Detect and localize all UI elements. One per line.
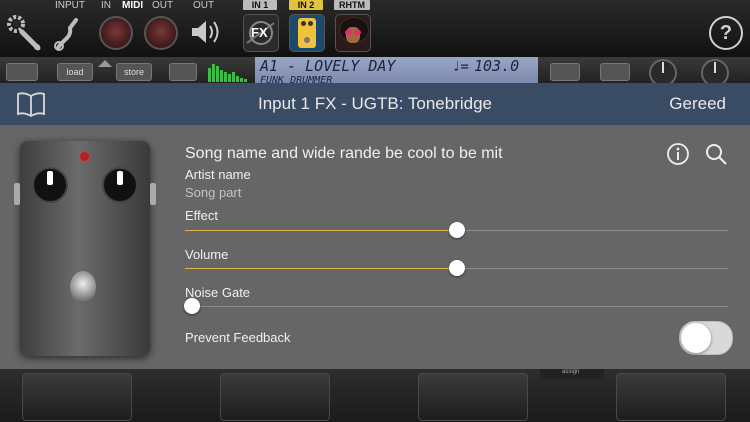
rhythm-tag: RHTM xyxy=(334,0,370,10)
load-button[interactable]: load xyxy=(57,63,93,81)
level-meter-icon xyxy=(208,60,250,82)
in2-tag: IN 2 xyxy=(289,0,323,10)
effect-slider-fill xyxy=(185,230,456,231)
store-button[interactable]: store xyxy=(116,63,152,81)
tempo-value: 103.0 xyxy=(474,57,520,75)
volume-slider-thumb[interactable] xyxy=(449,260,465,276)
panel-title: Input 1 FX - UGTB: Tonebridge xyxy=(257,94,493,113)
toggle-knob xyxy=(681,323,711,353)
strip-left-button[interactable] xyxy=(6,63,38,81)
prevent-feedback-toggle[interactable] xyxy=(679,321,733,355)
midi-in-label: IN xyxy=(101,0,111,11)
song-name: Song name and wide rande be cool to be m… xyxy=(185,145,503,162)
knob-1-icon[interactable] xyxy=(648,58,678,87)
guitar-cable-icon[interactable] xyxy=(52,14,84,52)
strip-mid-button[interactable] xyxy=(169,63,197,81)
fx-text: FX xyxy=(251,25,268,40)
lcd-display: A1 - LOVELY DAY FUNK DRUMMER ♩= 103.0 xyxy=(255,57,538,86)
in1-fx-slot[interactable]: FX xyxy=(243,14,279,52)
effect-slider-thumb[interactable] xyxy=(449,222,465,238)
effect-label: Effect xyxy=(185,208,219,223)
prevent-feedback-label: Prevent Feedback xyxy=(185,330,291,345)
pedal-image xyxy=(14,141,156,356)
settings-wrench-icon[interactable] xyxy=(4,12,44,52)
search-icon[interactable] xyxy=(704,142,728,166)
yellow-pedal-icon xyxy=(298,18,316,48)
afro-face-icon xyxy=(339,17,369,49)
in2-pedal-slot[interactable] xyxy=(289,14,325,52)
footswitch-bar: assign xyxy=(0,369,750,422)
noise-gate-slider-thumb[interactable] xyxy=(184,298,200,314)
artist-name: Artist name xyxy=(185,167,251,182)
pedal-knob-right xyxy=(102,167,138,203)
pedal-led xyxy=(80,152,89,161)
info-icon[interactable] xyxy=(666,142,690,166)
up-arrow-icon[interactable] xyxy=(96,55,114,67)
pedal-knob-left xyxy=(32,167,68,203)
midi-in-port-icon[interactable] xyxy=(99,16,133,50)
noise-gate-slider-track[interactable] xyxy=(185,306,728,307)
input-label: INPUT xyxy=(55,0,85,11)
midi-label: MIDI xyxy=(122,0,144,11)
song-part: Song part xyxy=(185,185,242,200)
in1-tag: IN 1 xyxy=(243,0,277,10)
footswitch-3[interactable] xyxy=(418,373,528,421)
lcd-line1: A1 - LOVELY DAY xyxy=(260,57,396,75)
knob-2-icon[interactable] xyxy=(700,58,730,87)
footswitch-1[interactable] xyxy=(22,373,132,421)
rhythm-slot[interactable] xyxy=(335,14,371,52)
tempo-note-icon: ♩= xyxy=(452,59,469,75)
volume-slider-fill xyxy=(185,268,456,269)
midi-out-label: OUT xyxy=(152,0,174,11)
midi-out-port-icon[interactable] xyxy=(144,16,178,50)
top-toolbar: INPUT IN MIDI OUT OUT IN 1 FX IN 2 RHTM … xyxy=(0,0,750,57)
volume-label: Volume xyxy=(185,247,229,262)
assign-label: assign xyxy=(562,369,580,375)
audio-out-label: OUT xyxy=(193,0,215,11)
strip-right-button-2[interactable] xyxy=(600,63,630,81)
done-button[interactable]: Gereed xyxy=(669,83,726,125)
pedal-footswitch xyxy=(70,271,96,303)
speaker-icon[interactable] xyxy=(190,18,224,46)
strip-right-button-1[interactable] xyxy=(550,63,580,81)
footswitch-2[interactable] xyxy=(220,373,330,421)
footswitch-4[interactable] xyxy=(616,373,726,421)
help-button[interactable]: ? xyxy=(709,16,743,50)
